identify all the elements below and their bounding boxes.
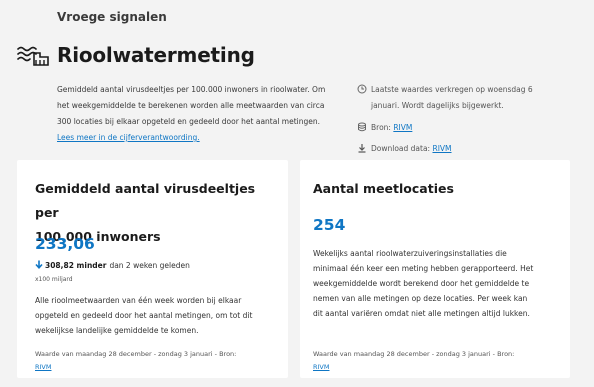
intro-line: Gemiddeld aantal virusdeeltjes per 100.0… (57, 85, 326, 94)
methodology-link[interactable]: Lees meer in de cijferverantwoording. (57, 133, 200, 142)
last-updated-text: Laatste waardes verkregen op woensdag 6 (371, 85, 533, 94)
section-label: Vroege signalen (57, 10, 167, 24)
card-title: Aantal meetlocaties (313, 181, 454, 196)
arrow-down-icon (35, 260, 45, 271)
metadata-panel: Laatste waardes verkregen op woensdag 6 … (357, 82, 567, 157)
clock-icon (357, 84, 371, 96)
virus-particles-card: Gemiddeld aantal virusdeeltjes per 100.0… (17, 160, 288, 378)
card-description: Alle rioolmeetwaarden van één week worde… (35, 296, 253, 335)
footer-source-link[interactable]: RIVM (35, 363, 52, 371)
intro-line: 300 locaties bij elkaar opgeteld en gede… (57, 117, 321, 126)
locations-value: 254 (313, 216, 346, 234)
download-link[interactable]: RIVM (432, 144, 451, 153)
last-updated: Laatste waardes verkregen op woensdag 6 … (357, 82, 567, 120)
page-title: Rioolwatermeting (57, 43, 255, 67)
intro-line: het weekgemiddelde te berekenen worden a… (57, 101, 325, 110)
intro-text: Gemiddeld aantal virusdeeltjes per 100.0… (57, 82, 347, 146)
card-description: Wekelijks aantal rioolwaterzuiveringsins… (313, 249, 534, 318)
last-updated-text: januari. Wordt dagelijks bijgewerkt. (371, 101, 504, 110)
change-indicator: 308,82 minder dan 2 weken geleden (35, 260, 190, 271)
page-header: Rioolwatermeting (17, 41, 255, 69)
download-icon (357, 143, 371, 155)
measurement-locations-card: Aantal meetlocaties 254 Wekelijks aantal… (300, 160, 570, 378)
change-value: 308,82 minder (45, 261, 107, 270)
card-footer: Waarde van maandag 28 december - zondag … (35, 350, 237, 371)
download-row: Download data: RIVM (357, 141, 567, 157)
source-link[interactable]: RIVM (393, 123, 412, 132)
card-footer: Waarde van maandag 28 december - zondag … (313, 350, 515, 371)
source-label: Bron: (371, 123, 391, 132)
sewage-water-icon (17, 43, 51, 67)
database-icon (357, 122, 371, 134)
unit-note: x100 miljard (35, 276, 73, 283)
source-row: Bron: RIVM (357, 120, 567, 141)
virus-particles-value: 233,06 (35, 235, 95, 253)
download-label: Download data: (371, 144, 431, 153)
change-text: dan 2 weken geleden (109, 261, 190, 270)
footer-source-link[interactable]: RIVM (313, 363, 330, 371)
